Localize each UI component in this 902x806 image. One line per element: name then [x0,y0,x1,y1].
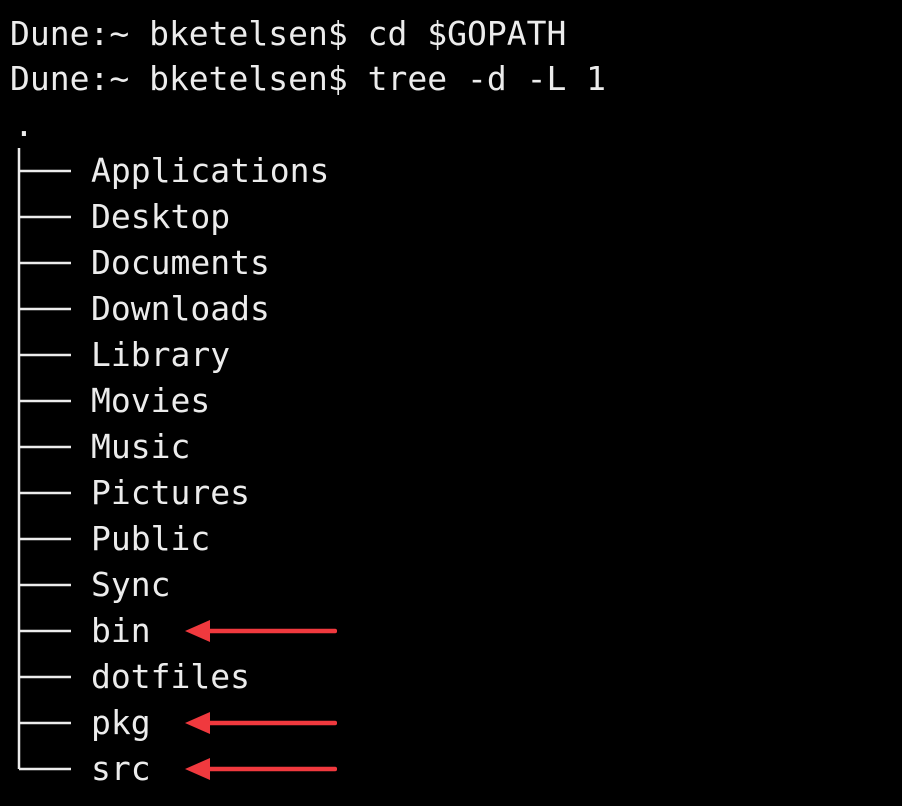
tree-branch [16,608,72,654]
tree-branch [16,378,72,424]
tree-branch [16,286,72,332]
tree-branch-last [16,746,72,792]
tree-entry-library: Library [91,335,231,374]
tree-branch [16,240,72,286]
terminal-window[interactable]: Dune:~ bketelsen$ cd $GOPATH Dune:~ bket… [0,0,902,806]
command-line-cd: Dune:~ bketelsen$ cd $GOPATH [10,11,566,57]
tree-entry-movies: Movies [91,381,211,420]
tree-entry-desktop: Desktop [91,197,231,236]
tree-entry-music: Music [91,427,191,466]
tree-branch [16,148,72,194]
tree-entry-applications: Applications [91,151,330,190]
command-text: cd $GOPATH [367,14,567,53]
arrow-left-icon [183,708,337,738]
tree-branch [16,332,72,378]
tree-entry-pictures: Pictures [91,473,250,512]
tree-branch [16,470,72,516]
tree-branch [16,700,72,746]
command-text: tree -d -L 1 [367,59,607,98]
shell-prompt: Dune:~ bketelsen$ [10,14,348,53]
tree-branch [16,562,72,608]
tree-entry-public: Public [91,519,211,558]
command-line-tree: Dune:~ bketelsen$ tree -d -L 1 [10,56,606,102]
arrow-left-icon [183,754,337,784]
tree-entry-documents: Documents [91,243,270,282]
tree-entry-pkg: pkg [91,703,151,742]
shell-prompt: Dune:~ bketelsen$ [10,59,348,98]
tree-root: . [14,105,34,144]
tree-entry-sync: Sync [91,565,171,604]
tree-entry-src: src [91,749,151,788]
tree-entry-dotfiles: dotfiles [91,657,250,696]
arrow-left-icon [183,616,337,646]
tree-branch [16,424,72,470]
tree-entry-downloads: Downloads [91,289,270,328]
tree-branch [16,194,72,240]
tree-branch [16,654,72,700]
tree-branch [16,516,72,562]
tree-entry-bin: bin [91,611,151,650]
